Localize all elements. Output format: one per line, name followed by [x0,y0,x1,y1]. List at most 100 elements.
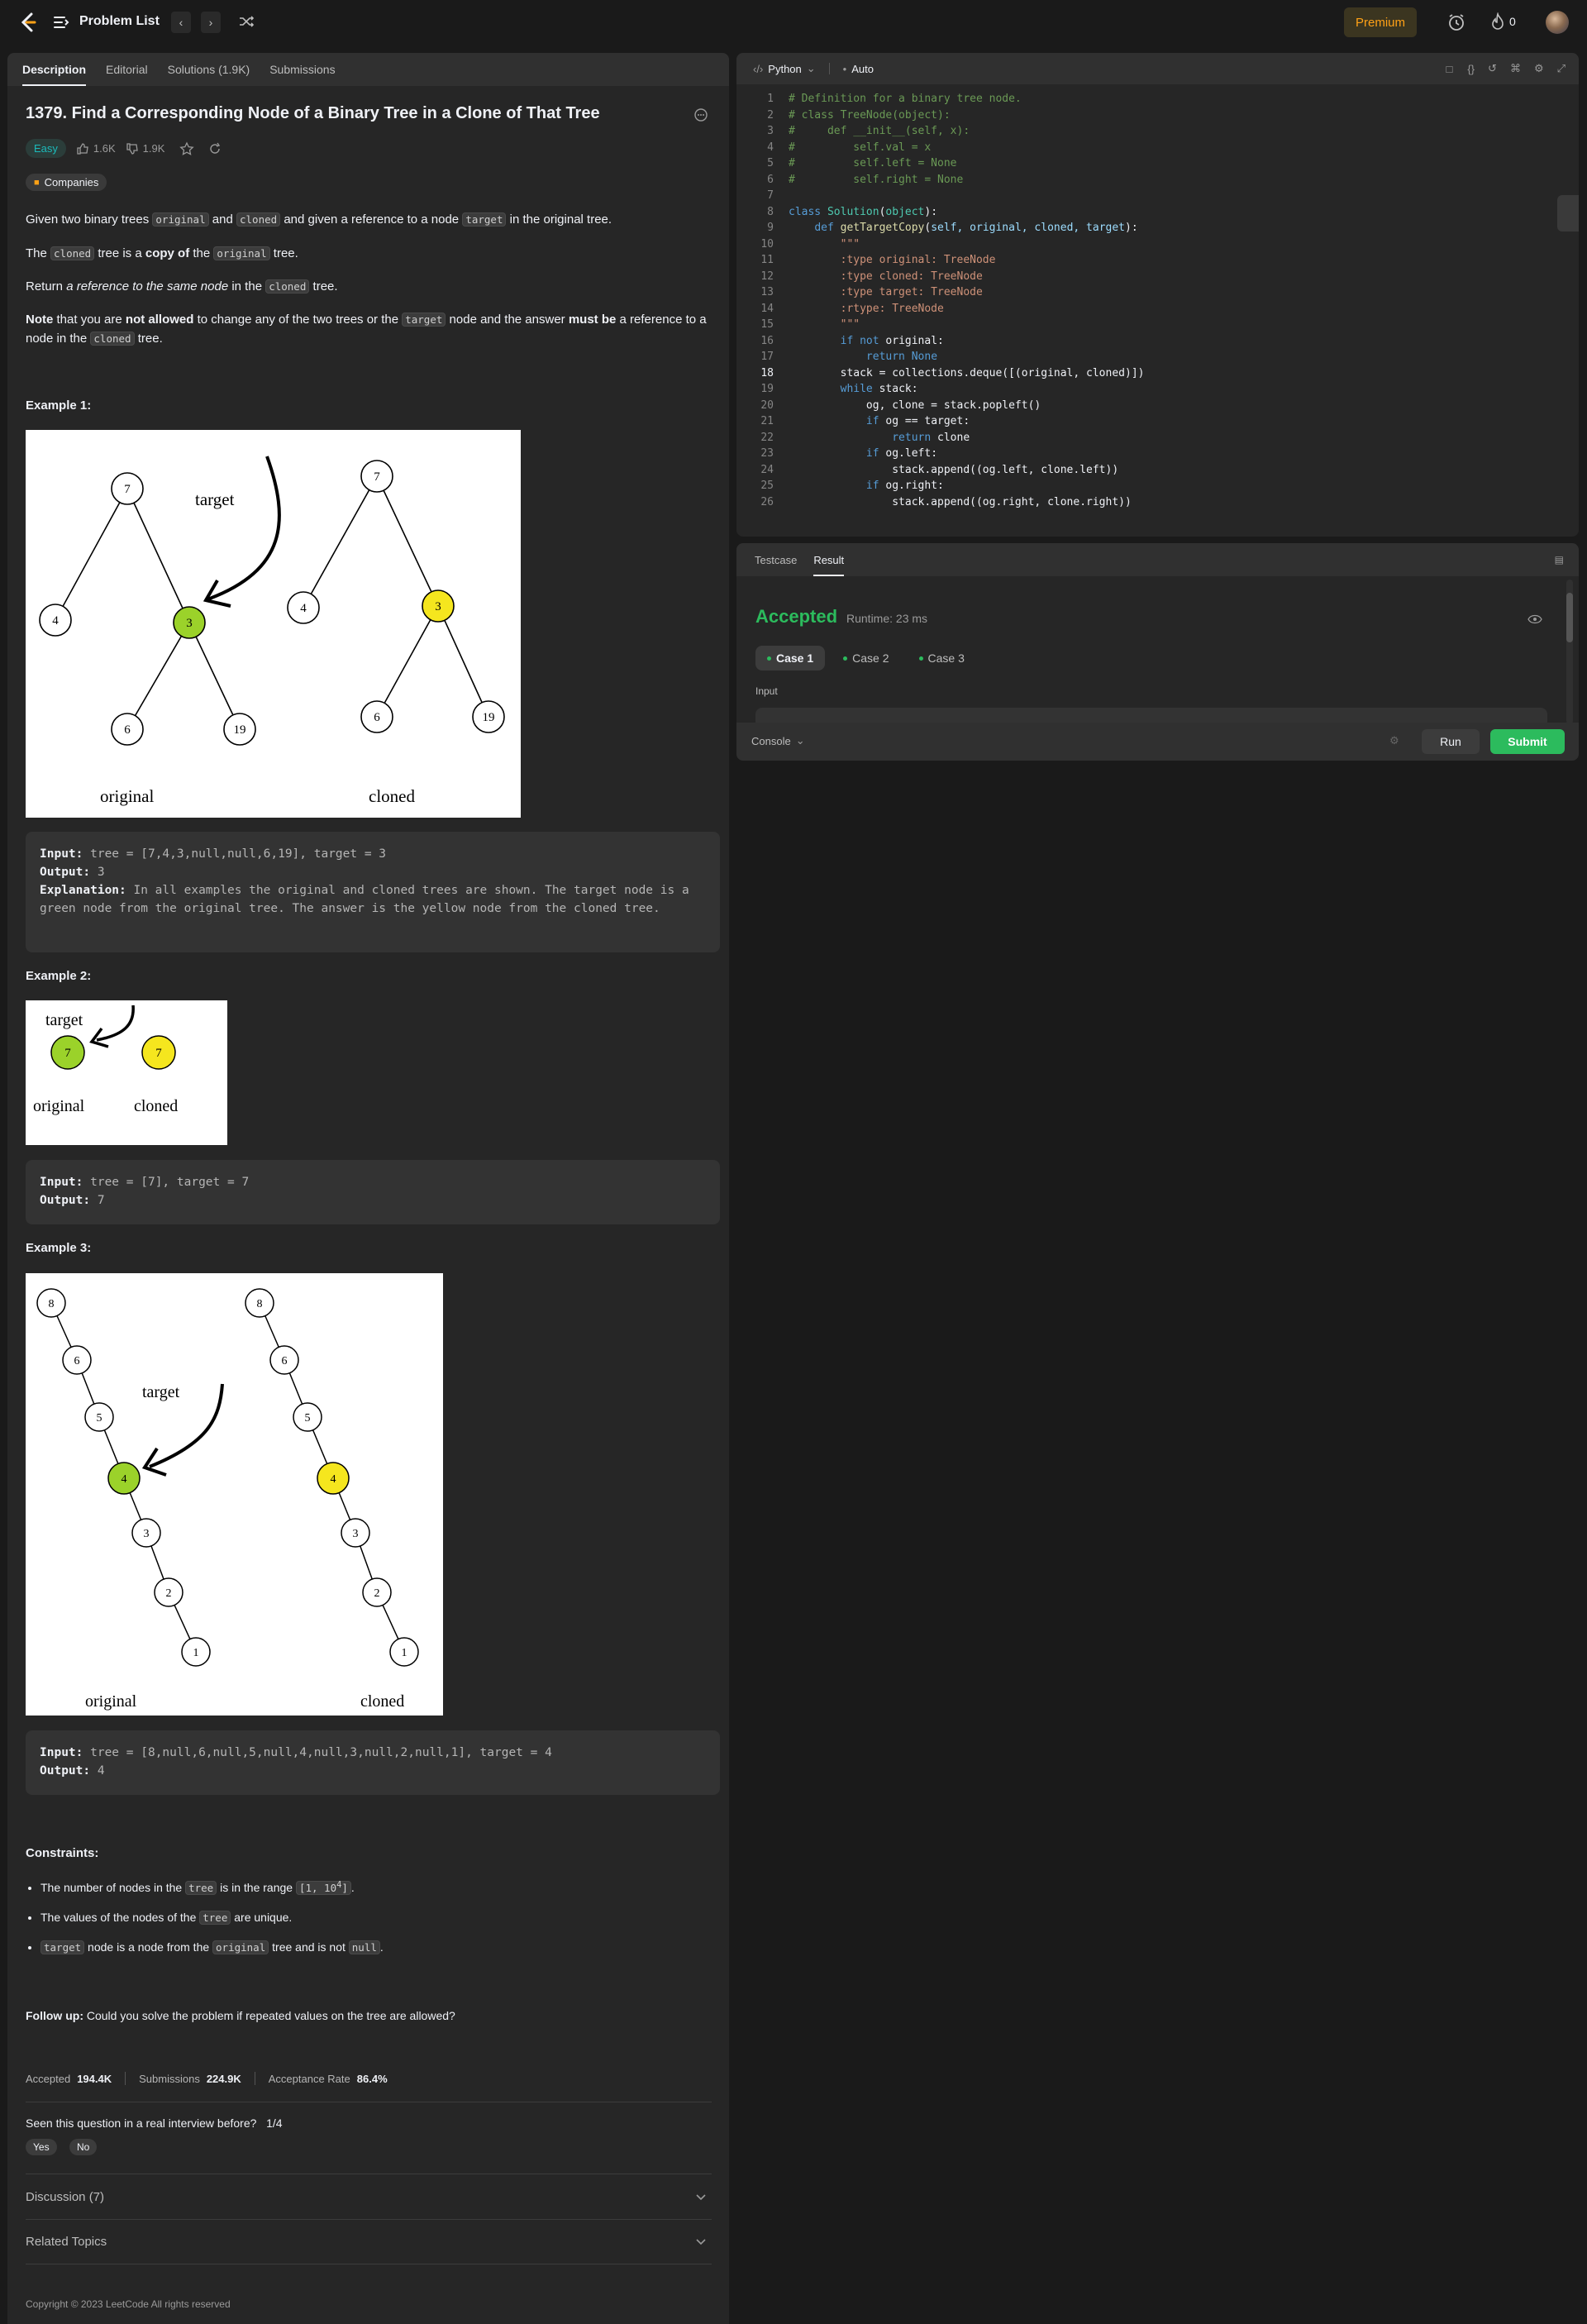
code-area[interactable]: 1 # Definition for a binary tree node. 2 # … [736,91,1563,510]
code-line[interactable]: 1 # Definition for a binary tree node. [736,91,1563,107]
settings-gear-icon[interactable]: ⚙ [1534,62,1544,75]
user-avatar[interactable] [1546,11,1569,34]
related-topics-accordion[interactable]: Related Topics [26,2235,107,2249]
code-line[interactable]: 24 stack.append((og.left, clone.left)) [736,462,1563,479]
line-number: 17 [760,351,774,363]
braces-icon[interactable]: {} [1467,63,1475,75]
code-line[interactable]: 9 def getTargetCopy(self, original, clon… [736,220,1563,236]
code-text: # class TreeNode(object): [789,108,951,122]
code-line[interactable]: 18 stack = collections.deque([(original,… [736,365,1563,382]
ex3-clone-node-6: 6 [282,1355,288,1367]
run-button[interactable]: Run [1422,729,1480,754]
code-line[interactable]: 2 # class TreeNode(object): [736,107,1563,124]
ex1-clone-node-4: 4 [300,602,307,615]
tab-submissions[interactable]: Submissions [260,53,345,86]
code-line[interactable]: 21 if og == target: [736,413,1563,430]
dislike-button[interactable]: 1.9K [126,142,164,155]
line-number: 2 [767,108,774,122]
share-icon[interactable] [207,141,222,156]
problem-list-link[interactable]: Problem List [79,14,160,29]
code-editor-panel: ‹/› Python ⌄ • Auto □ {} ↺ ⌘ ⚙ ⤢ 1 # Definit… [736,53,1579,537]
tab-result[interactable]: Result [805,543,852,576]
code-line[interactable]: 3 # def __init__(self, x): [736,123,1563,140]
tab-description[interactable]: Description [12,53,96,86]
shuffle-icon[interactable] [238,13,255,30]
tab-testcase[interactable]: Testcase [746,543,805,576]
description-paragraph-4: Note that you are not allowed to change … [26,313,707,346]
code-text: # self.val = x [789,141,932,154]
case-2-tab[interactable]: Case 2 [832,646,900,670]
tab-solutions[interactable]: Solutions (1.9K) [158,53,260,86]
ex3-node-6: 6 [74,1355,80,1367]
code-line[interactable]: 13 :type target: TreeNode [736,284,1563,301]
bookmark-icon[interactable]: □ [1446,63,1452,75]
ex3-cloned-label: cloned [360,1692,404,1711]
code-text: return None [865,351,938,363]
discussion-accordion[interactable]: Discussion (7) [26,2190,104,2204]
chevron-down-icon[interactable] [695,2193,707,2202]
case-3-tab[interactable]: Case 3 [908,646,976,670]
collapse-panel-icon[interactable]: ▤ [1555,554,1564,565]
console-toggle[interactable]: Console ⌄ [751,734,805,747]
code-line[interactable]: 15 """ [736,317,1563,333]
star-icon[interactable] [179,141,195,156]
code-line[interactable]: 10 """ [736,236,1563,253]
code-line[interactable]: 14 :rtype: TreeNode [736,301,1563,317]
code-line[interactable]: 4 # self.val = x [736,140,1563,156]
code-line[interactable]: 6 # self.right = None [736,172,1563,188]
interview-yes-button[interactable]: Yes [26,2139,57,2155]
debug-icon[interactable]: ⚙ [1389,734,1399,747]
thumbs-down-icon [126,142,138,155]
prev-problem-button[interactable]: ‹ [171,12,191,33]
code-line[interactable]: 20 og, clone = stack.popleft() [736,398,1563,414]
premium-button[interactable]: Premium [1344,7,1417,37]
example-3-image: 8 6 5 4 3 2 1 8 6 5 4 3 2 1 target origi… [26,1273,443,1716]
chevron-down-icon[interactable] [695,2238,707,2246]
leetcode-logo-icon[interactable] [18,12,40,33]
problem-list-icon[interactable] [53,15,69,30]
code-line[interactable]: 26 stack.append((og.right, clone.right)) [736,494,1563,511]
code-line[interactable]: 8 class Solution(object): [736,204,1563,221]
next-problem-button[interactable]: › [201,12,221,33]
code-line[interactable]: 22 return clone [736,430,1563,446]
code-text: # Definition for a binary tree node. [789,93,1022,105]
example-1-io: Input: tree = [7,4,3,null,null,6,19], ta… [26,832,720,952]
streak-counter[interactable]: 0 [1490,12,1516,31]
auto-mode[interactable]: • Auto [843,63,874,75]
scrollbar[interactable] [1566,580,1573,724]
eye-icon[interactable] [1527,614,1542,624]
example-3-io: Input: tree = [8,null,6,null,5,null,4,nu… [26,1730,720,1795]
code-text: og, clone = stack.popleft() [789,398,1041,412]
code-line[interactable]: 17 return None [736,349,1563,365]
shortcut-icon[interactable]: ⌘ [1510,62,1521,75]
ex1-target-label: target [195,489,235,509]
code-line[interactable]: 19 while stack: [736,381,1563,398]
code-line[interactable]: 25 if og.right: [736,478,1563,494]
case-1-tab[interactable]: Case 1 [755,646,826,670]
expand-icon[interactable]: ⤢ [1557,62,1566,75]
ex3-node-3: 3 [144,1528,150,1540]
code-line[interactable]: 12 :type cloned: TreeNode [736,269,1563,285]
code-line[interactable]: 11 :type original: TreeNode [736,252,1563,269]
like-button[interactable]: 1.6K [76,142,116,155]
code-line[interactable]: 5 # self.left = None [736,155,1563,172]
constraints-list: The number of nodes in the tree is in th… [26,1876,712,1968]
tab-editorial[interactable]: Editorial [96,53,158,86]
code-line[interactable]: 23 if og.left: [736,446,1563,462]
chevron-left-icon: ‹ [179,16,183,29]
code-line[interactable]: 7 [736,188,1563,204]
companies-tag[interactable]: ■ Companies [26,174,107,191]
ex3-clone-node-2: 2 [374,1587,380,1600]
alarm-clock-icon[interactable] [1446,12,1466,32]
reset-icon[interactable]: ↺ [1488,62,1497,75]
ex1-node-7: 7 [124,483,131,496]
code-line[interactable]: 16 if not original: [736,333,1563,350]
more-options-icon[interactable] [693,107,708,122]
line-number: 22 [760,431,774,444]
language-selector[interactable]: ‹/› Python ⌄ [753,62,816,75]
interview-no-button[interactable]: No [69,2139,98,2155]
notes-side-button[interactable] [1557,195,1579,231]
submit-button[interactable]: Submit [1490,729,1565,754]
streak-count: 0 [1509,15,1516,28]
ex1-clone-node-6: 6 [374,711,380,724]
